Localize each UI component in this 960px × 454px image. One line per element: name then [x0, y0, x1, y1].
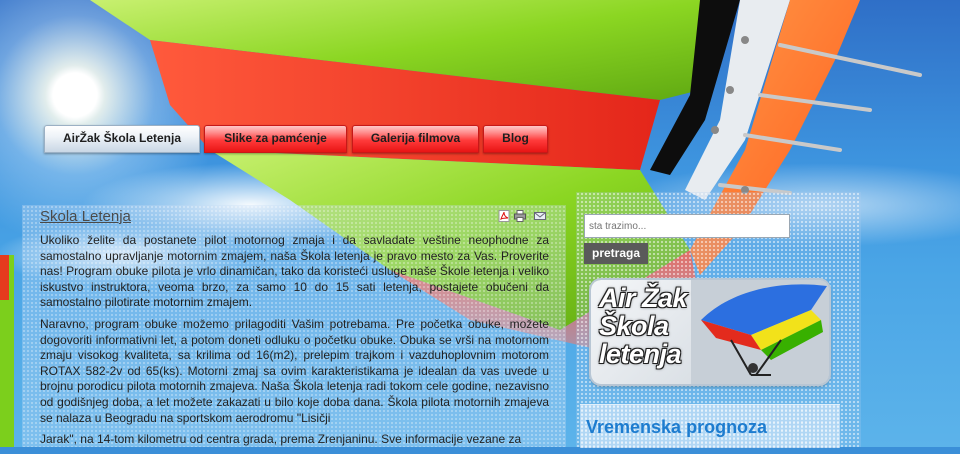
article-paragraph: Naravno, program obuke možemo prilagodit…: [40, 316, 549, 425]
nav-item-slike-za-pamcenje[interactable]: Slike za pamćenje: [204, 125, 347, 153]
promo-line: letenja: [599, 339, 682, 369]
nav-item-galerija-filmova[interactable]: Galerija filmova: [352, 125, 479, 153]
nav-item-blog[interactable]: Blog: [483, 125, 548, 153]
article-paragraph: Jarak", na 14-tom kilometru od centra gr…: [40, 432, 522, 447]
print-icon[interactable]: [514, 210, 526, 222]
promo-line: Air Žak: [599, 283, 688, 313]
nav-item-airzak-skola-letenja[interactable]: AirŽak Škola Letenja: [44, 125, 200, 153]
search-input[interactable]: [584, 214, 790, 238]
email-icon[interactable]: [534, 210, 546, 222]
pdf-icon[interactable]: [498, 210, 510, 222]
article-body: Ukoliko želite da postanete pilot motorn…: [40, 233, 549, 454]
article-paragraph: Ukoliko želite da postanete pilot motorn…: [40, 233, 549, 310]
article-panel: Skola Letenja Ukoliko želite da postanet…: [22, 205, 566, 447]
weather-widget: Vremenska prognoza: [580, 404, 840, 448]
article-title[interactable]: Skola Letenja: [40, 208, 131, 225]
promo-line: Škola: [599, 311, 669, 341]
search-button[interactable]: pretraga: [584, 243, 648, 264]
school-promo-banner[interactable]: Air Žak Škola letenja: [591, 280, 829, 384]
hang-glider-icon: [691, 280, 829, 384]
promo-text: Air Žak Škola letenja: [599, 284, 709, 368]
weather-title: Vremenska prognoza: [586, 417, 768, 437]
